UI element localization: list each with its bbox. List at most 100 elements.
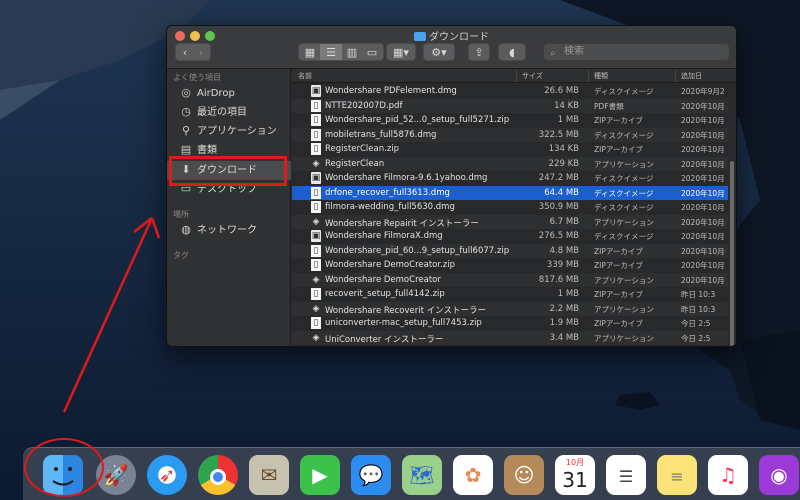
- file-kind: アプリケーション: [594, 159, 654, 169]
- file-list: 名前 サイズ 種類 追加日 ▣ Wondershare PDFelement.dm…: [292, 69, 736, 346]
- file-name: Wondershare PDFelement.dmg: [325, 86, 457, 96]
- column-header-size[interactable]: サイズ: [522, 71, 543, 81]
- file-row[interactable]: ▣ Wondershare Filmora-9.6.1yahoo.dmg 247.2…: [292, 171, 728, 186]
- column-header-name[interactable]: 名前: [298, 71, 312, 81]
- calendar-day: 31: [562, 468, 588, 492]
- file-size: 2.2 MB: [549, 303, 579, 314]
- file-kind: ディスクイメージ: [594, 188, 654, 198]
- mail-dock-icon[interactable]: ✉: [249, 455, 289, 495]
- file-date: 2020年10月: [681, 101, 725, 111]
- sidebar-item-airdrop[interactable]: ◎ AirDrop: [167, 84, 291, 103]
- search-input[interactable]: ⌕ 検索: [543, 43, 730, 61]
- window-title: ダウンロード: [167, 28, 736, 43]
- list-view-icon[interactable]: ☰: [320, 44, 342, 60]
- file-row[interactable]: ▯ recoverit_setup_full4142.zip 1 MB ZIPアーカイ…: [292, 287, 728, 302]
- file-kind: ZIPアーカイブ: [594, 290, 643, 299]
- calendar-dock-icon[interactable]: 10月 31: [555, 455, 595, 495]
- view-switcher[interactable]: ▦ ☰ ▥ ▭: [298, 43, 384, 61]
- file-row[interactable]: ▯ mobiletrans_full5876.dmg 322.5 MB ディスクイメー…: [292, 127, 728, 142]
- share-button[interactable]: ⇪: [468, 43, 490, 61]
- back-icon[interactable]: ‹: [177, 44, 193, 62]
- safari-dock-icon[interactable]: ➶: [147, 455, 187, 495]
- dock: 🚀 ➶ ✉ ▶ 💬 🗺 ✿ ☺ 10月 31 ☰ ≡ ♫ ◉: [23, 447, 800, 500]
- chrome-dock-icon[interactable]: [198, 455, 238, 495]
- file-size: 247.2 MB: [538, 173, 579, 183]
- messages-dock-icon[interactable]: 💬: [351, 455, 391, 495]
- gear-icon: ⚙▾: [431, 46, 447, 59]
- file-name: uniconverter-mac_setup_full7453.zip: [325, 318, 482, 328]
- tag-button[interactable]: ◖: [498, 43, 526, 61]
- sidebar-item-recents[interactable]: ◷ 最近の項目: [167, 103, 291, 122]
- file-name: drfone_recover_full3613.dmg: [325, 187, 450, 198]
- file-row[interactable]: ▯ uniconverter-mac_setup_full7453.zip 1.9 …: [292, 316, 728, 331]
- file-row[interactable]: ▣ Wondershare FilmoraX.dmg 276.5 MB ディスクイメー…: [292, 229, 728, 244]
- gallery-view-icon[interactable]: ▭: [362, 44, 382, 60]
- file-row[interactable]: ◈ RegisterClean 229 KB アプリケーション 2020年10月: [292, 156, 728, 171]
- app-icon: ◈: [312, 216, 320, 227]
- file-row[interactable]: ◈ Wondershare Recoverit インストーラー 2.2 MB アプリケ…: [292, 301, 728, 316]
- finder-highlight-circle: [24, 438, 104, 497]
- contacts-dock-icon[interactable]: ☺: [504, 455, 544, 495]
- file-name: Wondershare_pid_60...9_setup_full6077.zi…: [325, 245, 510, 256]
- music-dock-icon[interactable]: ♫: [708, 455, 748, 495]
- forward-icon[interactable]: ›: [193, 44, 209, 62]
- compass-icon: ➶: [158, 463, 176, 487]
- list-header: 名前 サイズ 種類 追加日: [292, 69, 736, 83]
- photos-dock-icon[interactable]: ✿: [453, 455, 493, 495]
- file-name: Wondershare Filmora-9.6.1yahoo.dmg: [325, 173, 488, 183]
- finder-window: ダウンロード ‹ › ▦ ☰ ▥ ▭ ▦▾ ⚙▾ ⇪ ◖ ⌕ 検索 よく使う項目 ◎ Ai…: [166, 25, 737, 347]
- file-size: 1 MB: [557, 115, 579, 125]
- file-row[interactable]: ◈ Wondershare DemoCreator 817.6 MB アプリケーション…: [292, 272, 728, 287]
- file-row[interactable]: ▯ Wondershare_pid_52...0_setup_full5271.z…: [292, 113, 728, 128]
- app-icon: ◈: [312, 332, 320, 343]
- file-kind: ZIPアーカイブ: [594, 116, 643, 125]
- sidebar-item-network[interactable]: ◍ ネットワーク: [167, 221, 291, 240]
- maps-dock-icon[interactable]: 🗺: [402, 455, 442, 495]
- file-name: recoverit_setup_full4142.zip: [325, 289, 445, 299]
- file-size: 350.9 MB: [538, 202, 579, 212]
- group-button[interactable]: ▦▾: [386, 43, 416, 61]
- file-date: 2020年9月2: [681, 87, 725, 96]
- chrome-icon: [210, 468, 226, 485]
- file-size: 4.8 MB: [549, 245, 579, 256]
- facetime-dock-icon[interactable]: ▶: [300, 455, 340, 495]
- file-name: filmora-wedding_full5630.dmg: [325, 202, 455, 212]
- file-date: 2020年10月: [681, 116, 725, 125]
- column-view-icon[interactable]: ▥: [342, 44, 362, 60]
- file-size: 134 KB: [548, 144, 579, 154]
- icon-view-icon[interactable]: ▦: [300, 44, 320, 60]
- file-row[interactable]: ▯ Wondershare DemoCreator.zip 339 MB ZIPアーカ…: [292, 258, 728, 273]
- file-row[interactable]: ▯ drfone_recover_full3613.dmg 64.4 MB ディスクイ…: [292, 185, 728, 200]
- file-row[interactable]: ▯ Wondershare_pid_60...9_setup_full6077.z…: [292, 243, 728, 258]
- document-icon: ▯: [311, 201, 321, 213]
- contacts-book-icon: ☺: [513, 463, 535, 487]
- file-date: 今日 2:5: [681, 319, 711, 328]
- action-button[interactable]: ⚙▾: [423, 43, 455, 61]
- notes-dock-icon[interactable]: ≡: [657, 455, 697, 495]
- file-row[interactable]: ▯ RegisterClean.zip 134 KB ZIPアーカイブ 2020年10月: [292, 142, 728, 157]
- file-kind: ディスクイメージ: [594, 130, 654, 140]
- file-name: mobiletrans_full5876.dmg: [325, 129, 437, 140]
- back-forward-buttons[interactable]: ‹ ›: [175, 43, 211, 61]
- file-row[interactable]: ▣ Wondershare PDFelement.dmg 26.6 MB ディスクイメ…: [292, 84, 728, 99]
- file-name: Wondershare Recoverit インストーラー: [325, 305, 486, 316]
- file-row[interactable]: ▯ filmora-wedding_full5630.dmg 350.9 MB ディス…: [292, 200, 728, 215]
- column-header-kind[interactable]: 種類: [594, 71, 608, 81]
- file-kind: ディスクイメージ: [594, 174, 654, 183]
- tag-icon: ◖: [509, 46, 515, 59]
- document-icon: ▯: [311, 114, 321, 126]
- sidebar: よく使う項目 ◎ AirDrop ◷ 最近の項目 ⚲ アプリケーション ▤ 書類 ⬇ ダウ…: [167, 69, 291, 346]
- column-header-date[interactable]: 追加日: [681, 71, 702, 81]
- vertical-scrollbar[interactable]: [730, 161, 734, 346]
- sidebar-item-applications[interactable]: ⚲ アプリケーション: [167, 122, 291, 141]
- reminders-dock-icon[interactable]: ☰: [606, 455, 646, 495]
- sidebar-places-header: 場所: [173, 210, 189, 219]
- file-kind: アプリケーション: [594, 217, 654, 227]
- podcasts-dock-icon[interactable]: ◉: [759, 455, 799, 495]
- file-row[interactable]: ◈ UniConverter インストーラー 3.4 MB アプリケーション 今日 2:…: [292, 330, 728, 345]
- file-name: Wondershare FilmoraX.dmg: [325, 231, 443, 241]
- file-row[interactable]: ▯ NTTE202007D.pdf 14 KB PDF書類 2020年10月: [292, 98, 728, 113]
- share-icon: ⇪: [474, 46, 484, 59]
- file-row[interactable]: ◈ Wondershare Repairit インストーラー 6.7 MB アプリケー…: [292, 214, 728, 229]
- file-kind: アプリケーション: [594, 304, 654, 314]
